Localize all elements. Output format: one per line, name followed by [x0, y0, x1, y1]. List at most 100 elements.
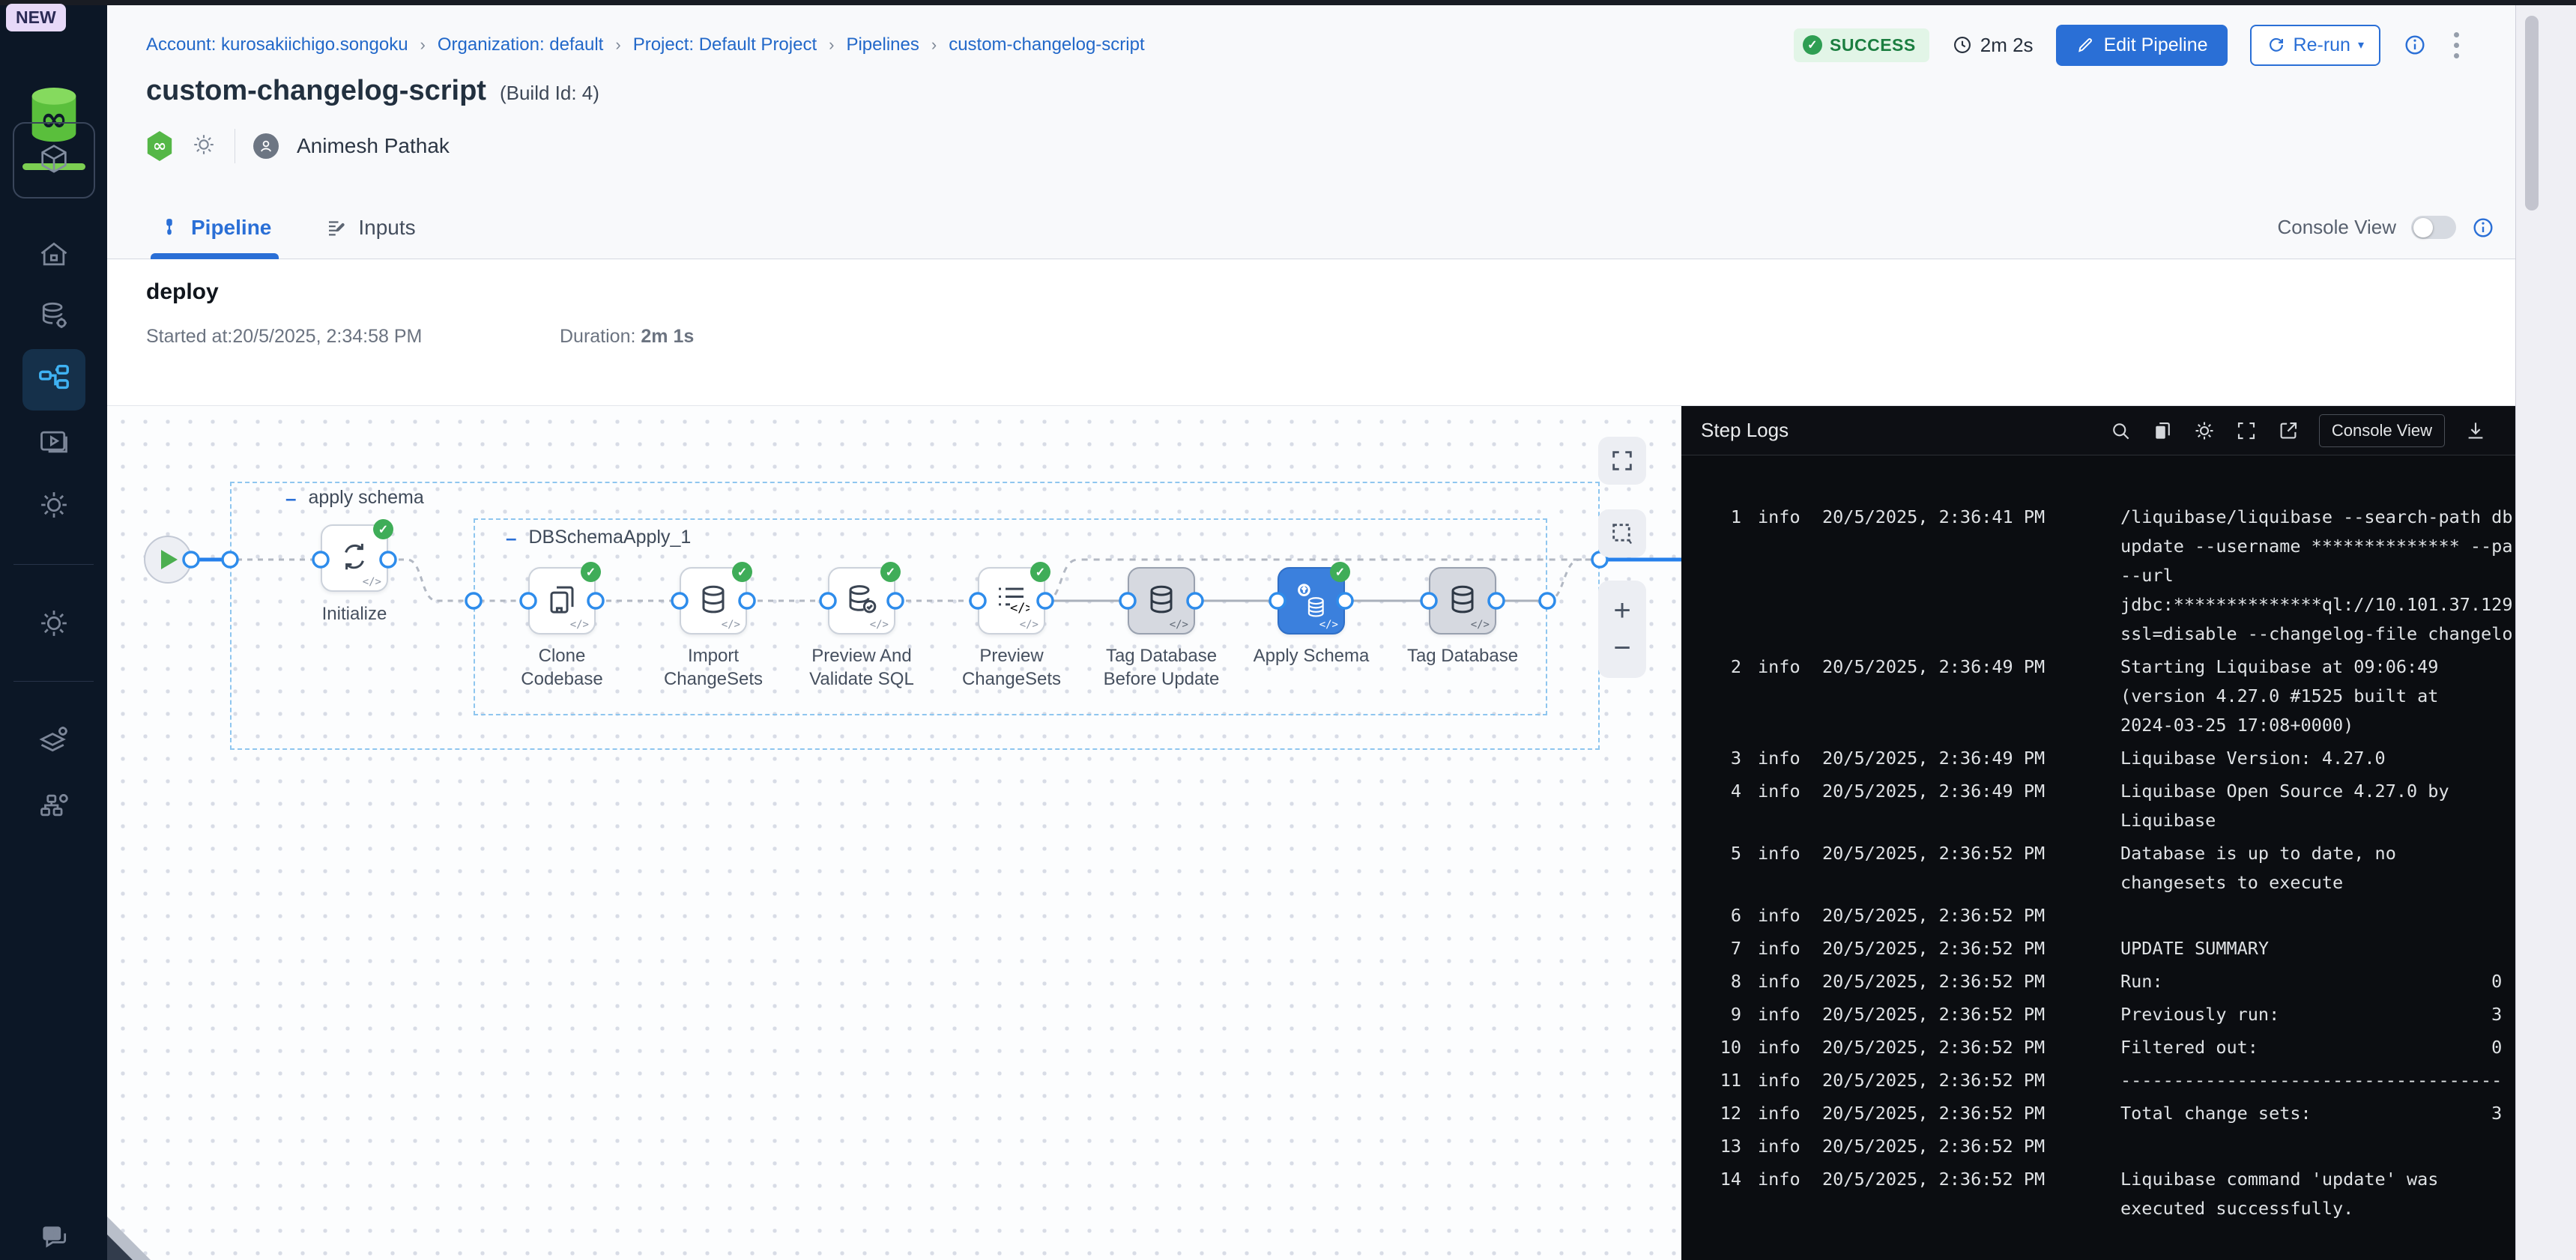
chevron-right-icon: › [829, 35, 834, 55]
pipeline-connectors [107, 406, 1681, 1260]
author-name: Animesh Pathak [297, 134, 450, 158]
sidebar-item-help[interactable]: ? [0, 1221, 107, 1258]
log-line: 3info20/5/2025, 2:36:49 PMLiquibase Vers… [1681, 744, 2515, 773]
sidebar-item-executions[interactable] [0, 425, 107, 462]
sidebar-item-default-settings[interactable] [0, 723, 107, 760]
stage-summary: deploy Started at: 20/5/2025, 2:34:58 PM… [107, 260, 2576, 406]
tabs-bar: Pipeline Inputs Console View [107, 196, 2576, 259]
gear-outline-icon [37, 488, 70, 525]
sidebar-item-settings[interactable] [0, 607, 107, 643]
inputs-tab-icon [325, 216, 348, 239]
log-output[interactable]: 1info20/5/2025, 2:36:41 PM/liquibase/liq… [1681, 456, 2515, 1260]
rerun-button[interactable]: Re-run ▾ [2250, 25, 2380, 66]
log-line: 14info20/5/2025, 2:36:52 PMLiquibase com… [1681, 1165, 2515, 1223]
log-line: 9info20/5/2025, 2:36:52 PMPreviously run… [1681, 1000, 2515, 1029]
new-badge: NEW [6, 4, 66, 31]
pipeline-canvas[interactable]: – apply schema – DBSchemaApply_1 ✓ </> ✓… [107, 406, 1681, 1260]
help-chat-icon: ? [37, 1221, 70, 1258]
log-line: 6info20/5/2025, 2:36:52 PM [1681, 901, 2515, 930]
canvas-zoom-controls: + − [1598, 581, 1646, 678]
expand-panel-arrow[interactable] [107, 1235, 133, 1260]
home-icon [37, 238, 70, 275]
download-icon[interactable] [2464, 420, 2487, 442]
log-line: 7info20/5/2025, 2:36:52 PMUPDATE SUMMARY [1681, 934, 2515, 963]
active-tab-underline [151, 253, 279, 259]
tab-pipeline[interactable]: Pipeline [146, 196, 283, 259]
sidebar-item-home[interactable] [0, 238, 107, 275]
executions-icon [37, 425, 70, 462]
log-line: 5info20/5/2025, 2:36:52 PMDatabase is up… [1681, 839, 2515, 897]
chevron-right-icon: › [615, 35, 620, 55]
layers-gear-icon [37, 723, 70, 760]
tab-inputs[interactable]: Inputs [313, 196, 427, 259]
stage-started: Started at: 20/5/2025, 2:34:58 PM [146, 326, 422, 348]
build-id: (Build Id: 4) [500, 82, 599, 105]
breadcrumb-project[interactable]: Project: Default Project [633, 34, 817, 55]
refresh-icon [2267, 35, 2286, 55]
sidebar-divider [13, 681, 94, 682]
log-line: 13info20/5/2025, 2:36:52 PM [1681, 1132, 2515, 1161]
canvas-select-button[interactable] [1598, 509, 1646, 557]
console-view-button[interactable]: Console View [2319, 414, 2445, 447]
page: ∞ [0, 0, 2576, 1260]
log-line: 11info20/5/2025, 2:36:52 PM-------------… [1681, 1066, 2515, 1095]
chevron-right-icon: › [931, 35, 937, 55]
canvas-fit-view-button[interactable] [1598, 437, 1646, 485]
open-in-new-icon[interactable] [2277, 420, 2300, 442]
breadcrumb-current[interactable]: custom-changelog-script [949, 34, 1144, 55]
breadcrumb-organization[interactable]: Organization: default [438, 34, 603, 55]
avatar [253, 133, 279, 159]
window-top-strip [0, 0, 2576, 5]
person-icon [257, 137, 275, 155]
breadcrumb-account[interactable]: Account: kurosakiichigo.songoku [146, 34, 408, 55]
info-icon[interactable] [2471, 216, 2495, 240]
scrollbar-thumb[interactable] [2525, 16, 2539, 210]
marquee-select-icon [1609, 521, 1635, 546]
page-scrollbar[interactable] [2515, 5, 2576, 1260]
cube-icon [37, 142, 71, 180]
search-icon[interactable] [2109, 420, 2132, 442]
chevron-right-icon: › [420, 35, 426, 55]
step-logs-title: Step Logs [1701, 419, 1789, 442]
console-view-label: Console View [2277, 216, 2396, 239]
sidebar-item-environments[interactable] [0, 488, 107, 525]
breadcrumb-pipelines[interactable]: Pipelines [846, 34, 919, 55]
console-view-toggle[interactable] [2411, 216, 2456, 239]
chevron-down-icon: ▾ [2358, 37, 2364, 52]
log-line: 1info20/5/2025, 2:36:41 PM/liquibase/liq… [1681, 503, 2515, 649]
edit-pipeline-button[interactable]: Edit Pipeline [2056, 25, 2228, 66]
step-logs-header: Step Logs Console View [1681, 406, 2515, 455]
stage-duration: Duration: 2m 1s [560, 326, 694, 348]
fullscreen-icon [1609, 448, 1635, 473]
clock-icon [1952, 34, 1973, 55]
sidebar: ∞ [0, 0, 107, 1260]
fullscreen-icon[interactable] [2235, 420, 2258, 442]
database-gear-icon [37, 299, 70, 336]
page-title: custom-changelog-script [146, 75, 486, 107]
zoom-out-button[interactable]: − [1598, 624, 1646, 672]
elapsed-time: 2m 2s [1952, 34, 2034, 57]
status-badge: ✓ SUCCESS [1794, 28, 1929, 62]
log-line: 4info20/5/2025, 2:36:49 PMLiquibase Open… [1681, 777, 2515, 835]
sidebar-item-governance[interactable] [0, 789, 107, 826]
log-line: 2info20/5/2025, 2:36:49 PMStarting Liqui… [1681, 652, 2515, 740]
settings-gear-icon [37, 607, 70, 643]
sidebar-divider [13, 564, 94, 565]
hierarchy-gear-icon [37, 789, 70, 826]
pencil-icon [2075, 35, 2095, 55]
breadcrumb: Account: kurosakiichigo.songoku › Organi… [146, 34, 1145, 55]
stage-name: deploy [146, 279, 219, 305]
log-line: 12info20/5/2025, 2:36:52 PMTotal change … [1681, 1099, 2515, 1128]
copy-icon[interactable] [2151, 420, 2174, 442]
info-icon[interactable] [2403, 33, 2427, 57]
more-options-menu[interactable] [2449, 28, 2464, 63]
log-line: 8info20/5/2025, 2:36:52 PMRun: 0 [1681, 967, 2515, 996]
gear-icon[interactable] [2193, 420, 2216, 442]
module-selector[interactable] [13, 122, 95, 199]
pipeline-settings-icon[interactable] [191, 132, 217, 161]
step-logs-panel: Step Logs Console View 1info20/5/2025, 2… [1681, 406, 2515, 1260]
sidebar-item-databases[interactable] [0, 299, 107, 336]
check-icon: ✓ [1803, 35, 1822, 55]
log-line: 10info20/5/2025, 2:36:52 PMFiltered out:… [1681, 1033, 2515, 1062]
sidebar-item-pipelines-active[interactable] [22, 349, 85, 411]
